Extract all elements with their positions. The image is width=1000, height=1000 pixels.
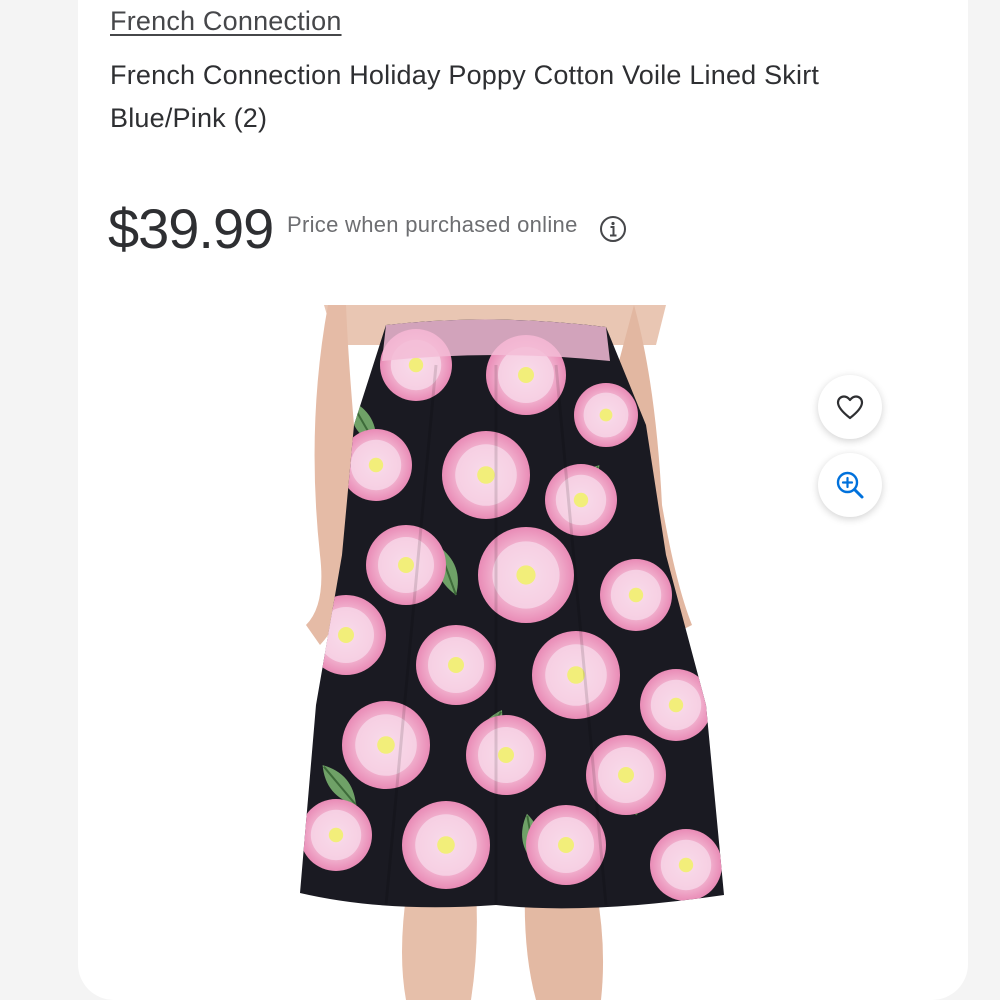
- info-icon[interactable]: [599, 215, 627, 243]
- brand-link[interactable]: French Connection: [110, 6, 342, 37]
- product-price: $39.99: [108, 197, 274, 260]
- price-note: Price when purchased online: [287, 212, 578, 237]
- zoom-button[interactable]: [818, 453, 882, 517]
- zoom-in-icon: [836, 471, 864, 499]
- heart-icon: [836, 395, 864, 420]
- product-title: French Connection Holiday Poppy Cotton V…: [110, 60, 820, 133]
- favorite-button[interactable]: [818, 375, 882, 439]
- product-image: [300, 305, 724, 1000]
